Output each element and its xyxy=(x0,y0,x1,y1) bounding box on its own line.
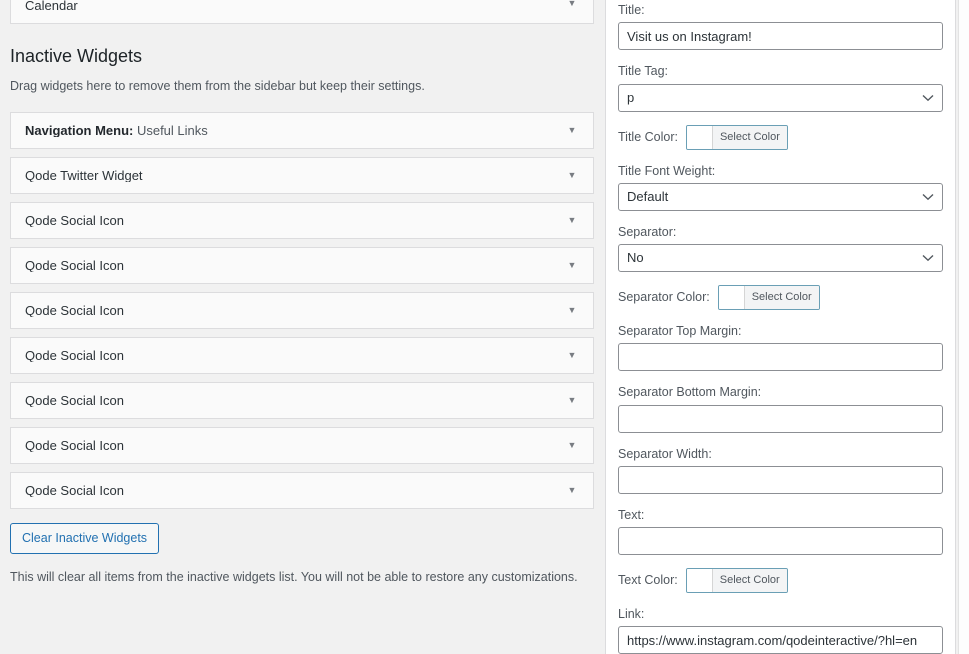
label-separator-top-margin: Separator Top Margin: xyxy=(618,324,742,338)
field-separator-top-margin: Separator Top Margin: xyxy=(618,323,943,372)
title-input[interactable] xyxy=(618,22,943,51)
triangle-down-icon[interactable]: ▼ xyxy=(563,0,581,12)
widget-row[interactable]: Qode Social Icon ▼ xyxy=(10,381,594,419)
widget-row[interactable]: Qode Social Icon ▼ xyxy=(10,471,594,509)
select-color-label: Select Color xyxy=(712,125,787,149)
widget-settings-column: Title: Title Tag: p Title Color: xyxy=(604,0,969,654)
widget-row-title: Qode Social Icon xyxy=(25,213,125,227)
widget-row[interactable]: Qode Social Icon ▼ xyxy=(10,336,594,374)
text-input[interactable] xyxy=(618,527,943,555)
separator-color-picker-button[interactable]: Select Color xyxy=(717,285,820,310)
inactive-widgets-column: Calendar ▼ Inactive Widgets Drag widgets… xyxy=(0,0,604,654)
field-title: Title: xyxy=(618,2,943,51)
select-color-label: Select Color xyxy=(744,286,819,309)
triangle-down-icon[interactable]: ▼ xyxy=(563,166,581,184)
link-input[interactable] xyxy=(618,626,943,654)
field-title-font-weight: Title Font Weight: Default xyxy=(618,163,943,211)
widget-row-title: Qode Social Icon xyxy=(25,483,125,497)
widget-row[interactable]: Qode Twitter Widget ▼ xyxy=(10,156,594,194)
widget-row-title: Qode Social Icon xyxy=(25,438,125,452)
label-text-color: Text Color: xyxy=(618,573,678,588)
field-separator: Separator: No xyxy=(618,224,943,272)
title-color-picker-button[interactable]: Select Color xyxy=(685,124,788,150)
widget-row[interactable]: Qode Social Icon ▼ xyxy=(10,201,594,239)
label-title: Title: xyxy=(618,3,645,17)
label-separator-width: Separator Width: xyxy=(618,446,712,461)
field-separator-width: Separator Width: xyxy=(618,446,943,494)
widget-row[interactable]: Qode Social Icon ▼ xyxy=(10,426,594,464)
separator-top-margin-input[interactable] xyxy=(618,343,943,372)
separator-width-input[interactable] xyxy=(618,465,943,494)
triangle-down-icon[interactable]: ▼ xyxy=(563,481,581,499)
select-color-label: Select Color xyxy=(712,569,787,592)
triangle-down-icon[interactable]: ▼ xyxy=(563,301,581,319)
widget-row-title: Qode Twitter Widget xyxy=(25,168,143,182)
widget-row-title: Calendar xyxy=(25,0,78,12)
color-swatch xyxy=(686,125,713,149)
field-title-color: Title Color: Select Color xyxy=(618,124,943,150)
widget-row-title: Qode Social Icon xyxy=(25,348,125,362)
label-title-color: Title Color: xyxy=(618,129,678,144)
field-separator-color: Separator Color: Select Color xyxy=(618,285,943,310)
clear-inactive-widgets-note: This will clear all items from the inact… xyxy=(10,570,578,585)
title-tag-select[interactable]: p xyxy=(618,83,943,112)
label-separator: Separator: xyxy=(618,224,677,239)
triangle-down-icon[interactable]: ▼ xyxy=(563,436,581,454)
field-separator-bottom-margin: Separator Bottom Margin: xyxy=(618,384,943,433)
clear-inactive-widgets-button[interactable]: Clear Inactive Widgets xyxy=(10,522,160,555)
widgets-admin-screen: Calendar ▼ Inactive Widgets Drag widgets… xyxy=(0,0,969,654)
label-separator-bottom-margin: Separator Bottom Margin: xyxy=(618,385,762,400)
widget-row[interactable]: Qode Social Icon ▼ xyxy=(10,291,594,329)
widget-row-title: Navigation Menu: Useful Links xyxy=(25,123,208,137)
label-link: Link: xyxy=(618,607,645,621)
triangle-down-icon[interactable]: ▼ xyxy=(563,256,581,274)
color-swatch xyxy=(686,569,713,592)
separator-select[interactable]: No xyxy=(618,244,943,272)
inactive-widgets-list: Navigation Menu: Useful Links ▼ Qode Twitt… xyxy=(10,111,594,509)
triangle-down-icon[interactable]: ▼ xyxy=(563,121,581,139)
field-text: Text: xyxy=(618,507,943,555)
triangle-down-icon[interactable]: ▼ xyxy=(563,346,581,364)
field-text-color: Text Color: Select Color xyxy=(618,568,943,593)
widget-settings-panel: Title: Title Tag: p Title Color: xyxy=(605,0,956,654)
text-color-picker-button[interactable]: Select Color xyxy=(685,568,788,593)
inactive-widgets-heading: Inactive Widgets xyxy=(10,46,143,66)
inactive-widgets-description: Drag widgets here to remove them from th… xyxy=(10,79,425,94)
color-swatch xyxy=(718,286,745,309)
vertical-scrollbar[interactable] xyxy=(958,0,969,654)
label-separator-color: Separator Color: xyxy=(618,290,710,305)
triangle-down-icon[interactable]: ▼ xyxy=(563,391,581,409)
label-title-font-weight: Title Font Weight: xyxy=(618,163,716,178)
triangle-down-icon[interactable]: ▼ xyxy=(563,211,581,229)
widget-row[interactable]: Navigation Menu: Useful Links ▼ xyxy=(10,111,594,149)
widget-row-calendar[interactable]: Calendar ▼ xyxy=(10,0,594,24)
widget-row[interactable]: Qode Social Icon ▼ xyxy=(10,246,594,284)
separator-bottom-margin-input[interactable] xyxy=(618,404,943,433)
field-title-tag: Title Tag: p xyxy=(618,63,943,112)
widget-row-title: Qode Social Icon xyxy=(25,303,125,317)
title-font-weight-select[interactable]: Default xyxy=(618,182,943,211)
widget-row-title: Qode Social Icon xyxy=(25,258,125,272)
field-link: Link: xyxy=(618,606,943,654)
widget-row-title: Qode Social Icon xyxy=(25,393,125,407)
label-title-tag: Title Tag: xyxy=(618,64,669,79)
label-text: Text: xyxy=(618,507,645,522)
